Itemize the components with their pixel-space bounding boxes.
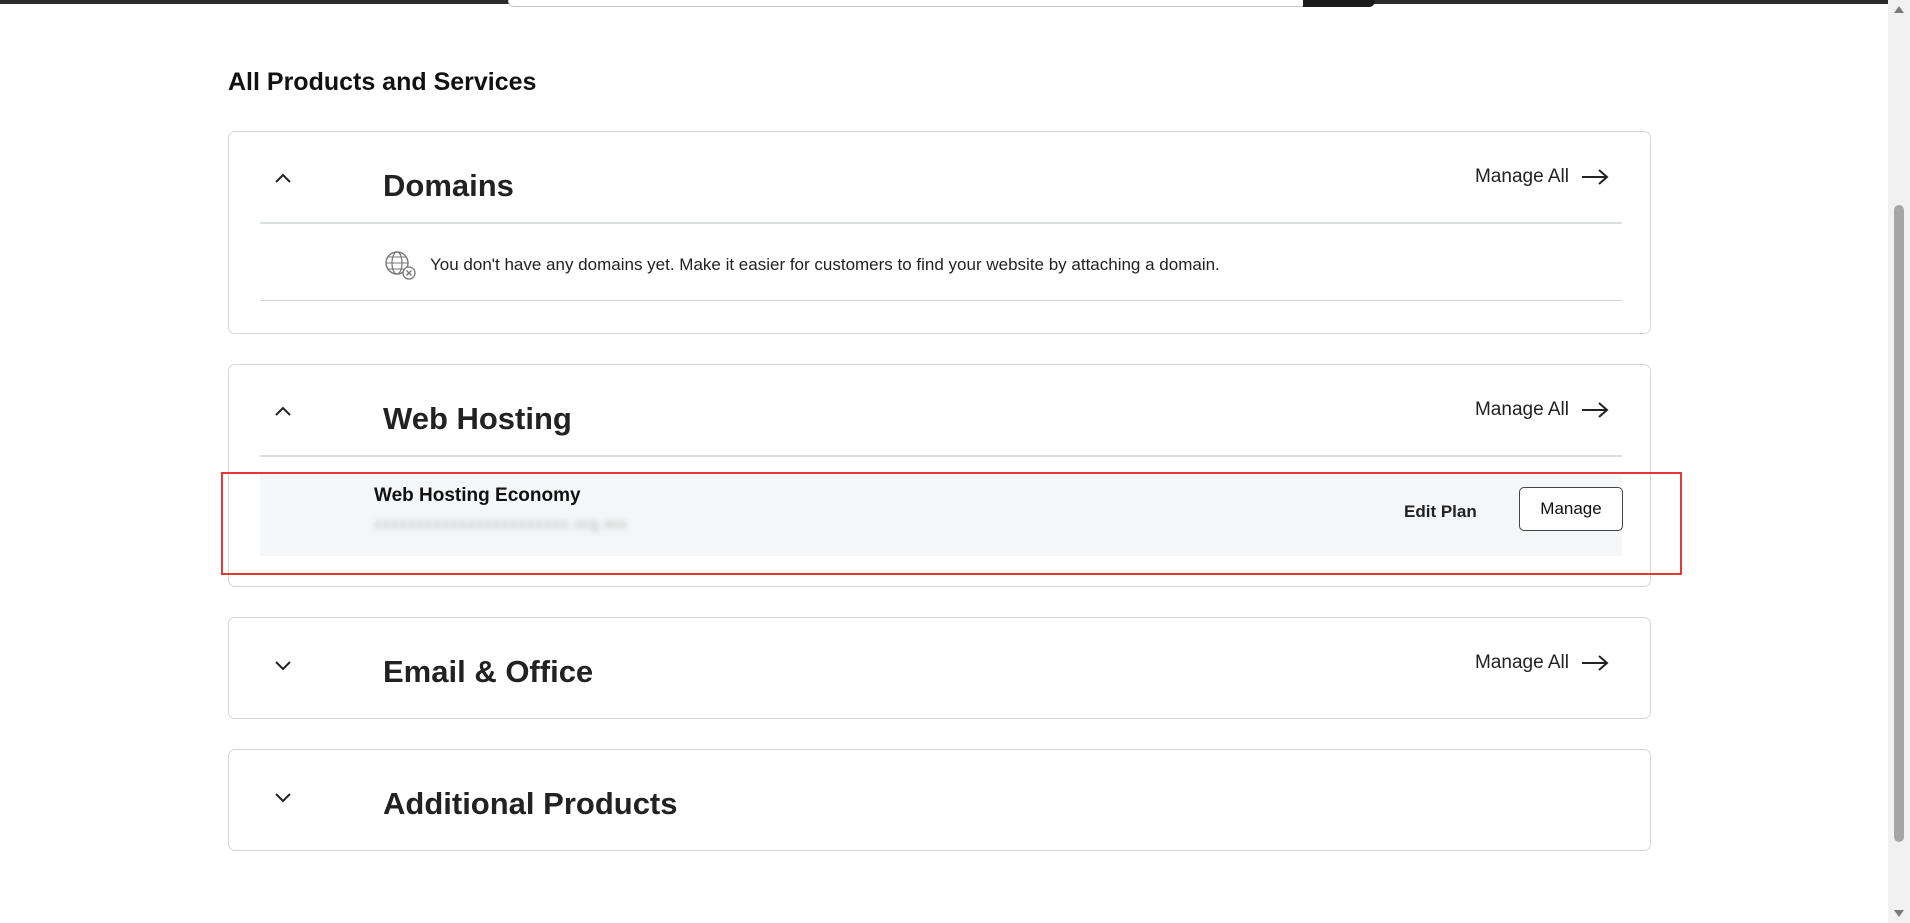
arrow-right-icon bbox=[1582, 402, 1609, 418]
email-office-card: Email & Office Manage All bbox=[228, 617, 1651, 719]
highlight-box bbox=[221, 472, 1682, 575]
manage-all-label: Manage All bbox=[1474, 652, 1569, 673]
divider bbox=[260, 222, 1622, 224]
card-title: Additional Products bbox=[383, 786, 678, 821]
chevron-up-icon[interactable] bbox=[272, 401, 294, 423]
manage-all-label: Manage All bbox=[1474, 399, 1569, 420]
search-button[interactable] bbox=[1303, 0, 1375, 7]
vertical-scrollbar[interactable] bbox=[1888, 0, 1910, 923]
empty-domains-text: You don't have any domains yet. Make it … bbox=[430, 255, 1220, 274]
arrow-right-icon bbox=[1582, 655, 1609, 671]
search-input[interactable] bbox=[508, 0, 1308, 7]
chevron-up-icon[interactable] bbox=[272, 168, 294, 190]
top-search-bar bbox=[0, 0, 1888, 7]
scroll-down-icon[interactable] bbox=[1894, 910, 1904, 917]
manage-all-link[interactable]: Manage All bbox=[1475, 399, 1609, 421]
globe-x-icon bbox=[385, 251, 416, 280]
additional-products-card: Additional Products bbox=[228, 749, 1651, 851]
chevron-down-icon[interactable] bbox=[272, 654, 294, 676]
domains-card: Domains Manage All You don't have any do… bbox=[228, 131, 1651, 334]
scroll-thumb[interactable] bbox=[1894, 205, 1904, 842]
card-title: Web Hosting bbox=[383, 401, 572, 436]
scroll-up-icon[interactable] bbox=[1894, 6, 1904, 13]
manage-all-link[interactable]: Manage All bbox=[1475, 652, 1609, 674]
chevron-down-icon[interactable] bbox=[272, 786, 294, 808]
page-title: All Products and Services bbox=[228, 68, 537, 96]
divider bbox=[260, 455, 1622, 457]
arrow-right-icon bbox=[1582, 169, 1609, 185]
card-title: Email & Office bbox=[383, 654, 594, 689]
empty-domains-message: You don't have any domains yet. Make it … bbox=[384, 250, 1220, 280]
manage-all-link[interactable]: Manage All bbox=[1475, 166, 1609, 188]
manage-all-label: Manage All bbox=[1474, 166, 1569, 187]
card-title: Domains bbox=[383, 168, 514, 203]
divider bbox=[260, 300, 1622, 301]
